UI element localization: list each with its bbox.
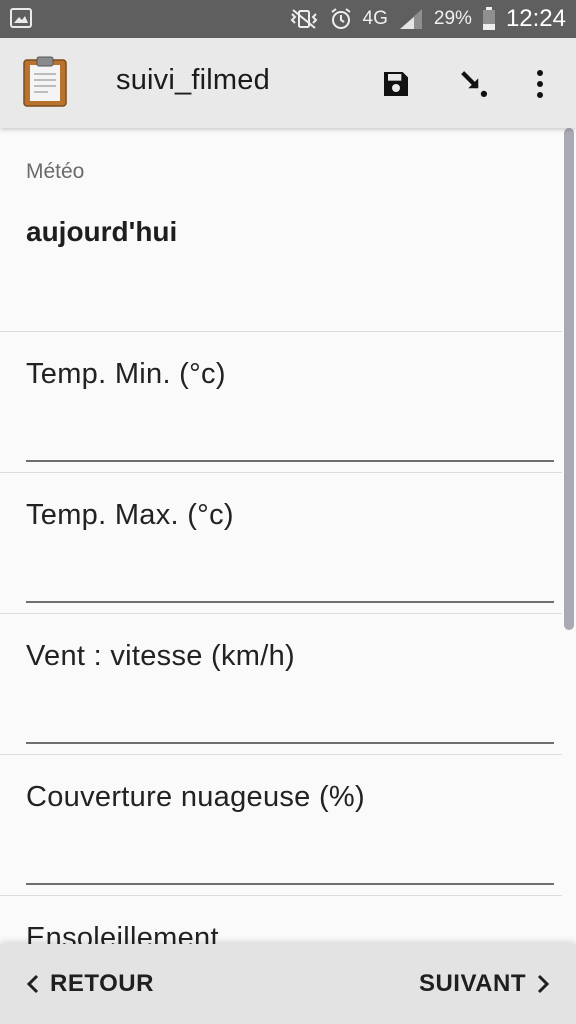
temp-max-input[interactable] — [26, 559, 554, 603]
status-bar: 4G 29% 12:24 — [0, 0, 576, 38]
network-type: 4G — [362, 8, 388, 29]
battery-icon — [482, 7, 496, 31]
chevron-left-icon — [26, 974, 39, 994]
save-button[interactable] — [376, 64, 416, 104]
clipboard-icon — [22, 56, 68, 108]
group-value: aujourd'hui — [26, 216, 178, 247]
divider — [0, 754, 562, 755]
vibrate-off-icon — [289, 8, 319, 30]
signal-icon — [398, 7, 424, 31]
question-temp-min-label: Temp. Min. (°c) — [26, 358, 226, 390]
next-button[interactable]: SUIVANT — [419, 944, 550, 1024]
group-label: Météo — [26, 160, 85, 183]
divider — [0, 895, 562, 896]
form-content[interactable]: Météo aujourd'hui Temp. Min. (°c) Temp. … — [0, 128, 576, 944]
question-temp-max-label: Temp. Max. (°c) — [26, 499, 234, 531]
back-button[interactable]: RETOUR — [26, 944, 154, 1024]
app-title: suivi_filmed — [116, 64, 270, 96]
alarm-icon — [329, 7, 353, 31]
question-cloud-cover-label: Couverture nuageuse (%) — [26, 781, 365, 813]
cloud-cover-input[interactable] — [26, 841, 554, 885]
go-to-icon — [461, 71, 488, 98]
gallery-notification-icon — [10, 8, 32, 28]
chevron-right-icon — [537, 974, 550, 994]
divider — [0, 331, 562, 332]
more-vert-icon — [537, 70, 543, 98]
temp-min-input[interactable] — [26, 418, 554, 462]
wind-speed-input[interactable] — [26, 700, 554, 744]
scrollbar[interactable] — [564, 128, 574, 630]
battery-percent: 29% — [433, 8, 472, 29]
divider — [0, 613, 562, 614]
go-to-button[interactable] — [454, 64, 494, 104]
question-wind-speed-label: Vent : vitesse (km/h) — [26, 640, 295, 672]
app-bar: suivi_filmed — [0, 38, 576, 128]
back-button-label: RETOUR — [50, 970, 154, 997]
overflow-menu-button[interactable] — [520, 64, 560, 104]
bottom-navigation: RETOUR SUIVANT — [0, 944, 576, 1024]
save-icon — [384, 72, 408, 96]
question-sunshine-label: Ensoleillement — [26, 922, 219, 944]
clock: 12:24 — [505, 5, 566, 32]
next-button-label: SUIVANT — [418, 970, 526, 997]
divider — [0, 472, 562, 473]
